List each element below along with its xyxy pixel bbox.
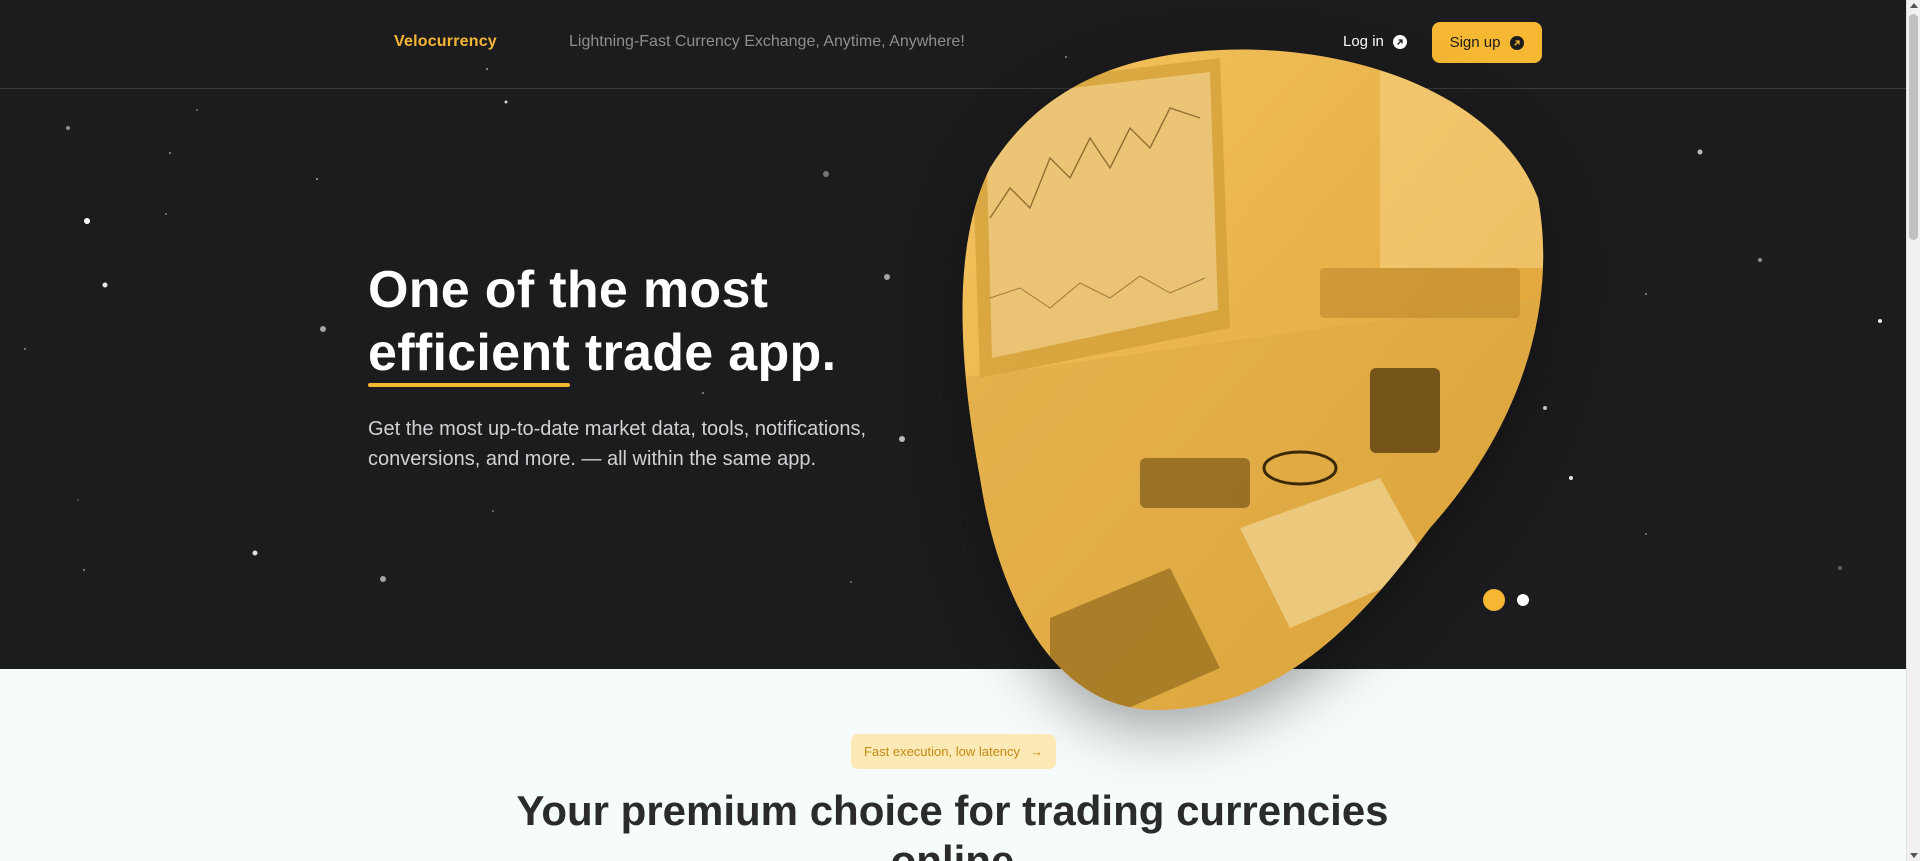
header-tagline: Lightning-Fast Currency Exchange, Anytim… <box>569 33 965 50</box>
scroll-up-icon[interactable] <box>1910 3 1918 8</box>
hero-section: Velocurrency Lightning-Fast Currency Exc… <box>0 0 1906 669</box>
arrow-up-right-circle-icon <box>1392 34 1407 49</box>
hero-title-line-2: efficient trade app. <box>368 323 837 387</box>
features-title: Your premium choice for trading currenci… <box>516 787 1389 861</box>
feature-pill-label: Fast execution, low latency <box>863 744 1021 759</box>
brand-logo[interactable]: Velocurrency <box>394 33 497 51</box>
scroll-down-icon[interactable] <box>1910 853 1918 858</box>
hero-title-highlight: efficient <box>368 324 571 387</box>
scroll-thumb[interactable] <box>1909 14 1918 240</box>
hero-title-part2: trade app. <box>584 324 837 382</box>
page-scrollbar[interactable] <box>1906 0 1920 861</box>
feature-pill-button[interactable]: Fast execution, low latency → <box>851 734 1056 769</box>
hero-image <box>962 49 1544 711</box>
hero-subtitle: Get the most up-to-date market data, too… <box>368 418 867 470</box>
arrow-right-icon: → <box>1030 744 1044 759</box>
top-nav: Velocurrency Lightning-Fast Currency Exc… <box>0 0 1906 89</box>
hero-title-line-1: One of the most <box>368 260 768 320</box>
starfield-decoration <box>24 56 1882 583</box>
hero-title-part1: One of the most <box>368 261 769 319</box>
